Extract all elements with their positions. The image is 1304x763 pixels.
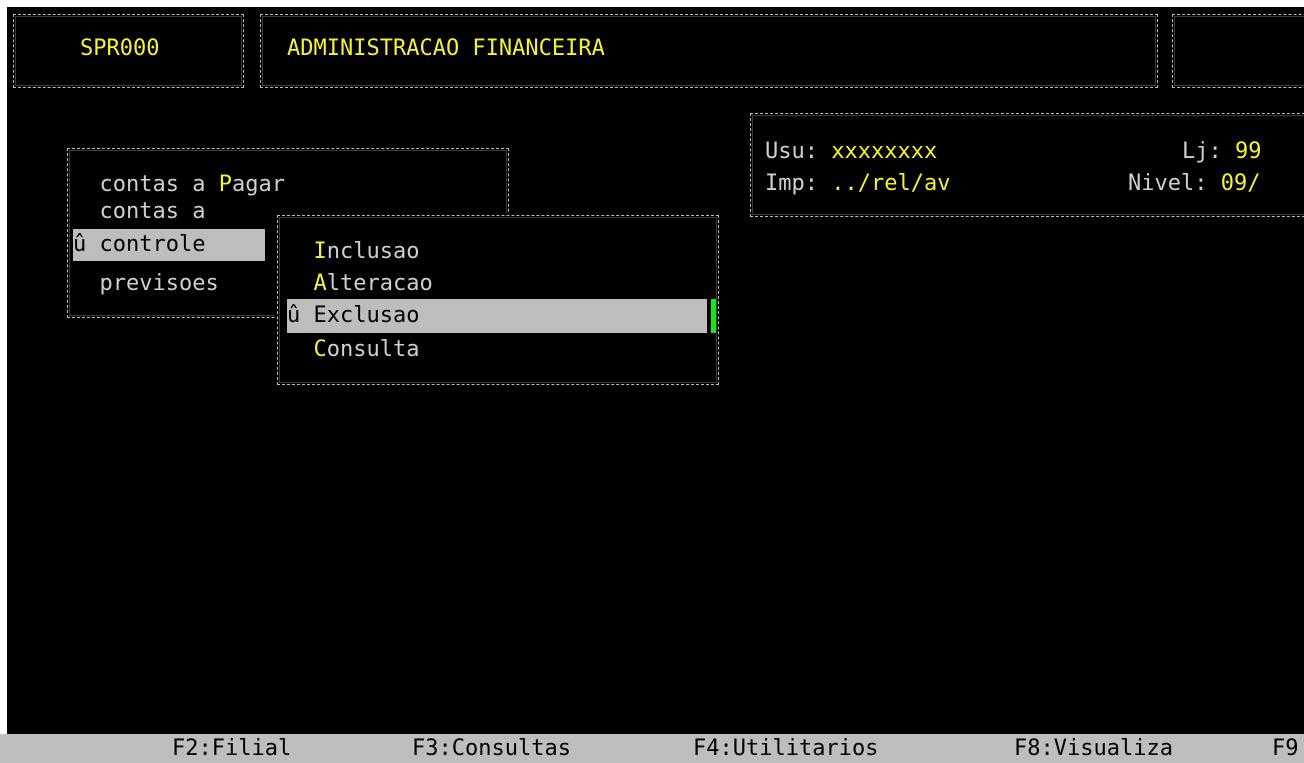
f8-visualiza-key[interactable]: F8:Visualiza: [1014, 734, 1173, 763]
main-menu-item-label: previsoes: [73, 271, 219, 296]
printer-value: ../rel/av: [831, 171, 951, 196]
f2-filial-key[interactable]: F2:Filial: [172, 734, 291, 763]
submenu-item-marker: [287, 337, 314, 362]
user-label: Usu:: [765, 139, 832, 164]
main-menu-item-label: û controle: [73, 232, 206, 257]
level-label: Nivel:: [1128, 171, 1221, 196]
main-menu-item-label: contas a: [73, 172, 219, 197]
module-title: ADMINISTRACAO FINANCEIRA: [287, 36, 605, 61]
submenu-item-hotkey: A: [313, 271, 327, 296]
submenu-item-label: nclusao: [326, 239, 420, 264]
main-menu-item-previsoes[interactable]: previsoes: [73, 268, 219, 300]
main-menu-item-hotkey: P: [218, 172, 232, 197]
f9-key[interactable]: F9: [1272, 734, 1299, 763]
main-menu-item-label: agar: [231, 172, 285, 197]
function-key-bar: F2:Filial F3:Consultas F4:Utilitarios F8…: [0, 734, 1304, 763]
program-code: SPR000: [80, 36, 160, 61]
submenu-item-marker: [287, 239, 314, 264]
submenu-item-hotkey: C: [313, 337, 327, 362]
main-menu-item-label: contas a: [73, 199, 219, 224]
f4-utilitarios-key[interactable]: F4:Utilitarios: [693, 734, 878, 763]
user-value: xxxxxxxx: [831, 139, 938, 164]
main-menu-item-pagar[interactable]: contas a Pagar: [73, 168, 285, 202]
printer-label: Imp:: [765, 171, 832, 196]
submenu-item-label: onsulta: [326, 337, 420, 362]
f3-consultas-key[interactable]: F3:Consultas: [412, 734, 571, 763]
submenu-item-alteracao[interactable]: Alteracao: [287, 267, 433, 301]
submenu-item-inclusao[interactable]: Inclusao: [287, 235, 420, 269]
level-value: 09/: [1220, 171, 1261, 196]
submenu-item-marker: [287, 271, 314, 296]
header-right-box: [1172, 14, 1304, 88]
submenu-item-marker: û: [287, 303, 314, 328]
submenu-item-hotkey: E: [313, 303, 327, 328]
submenu-item-label: lteracao: [326, 271, 433, 296]
store-value: 99: [1234, 139, 1262, 164]
terminal-screen: SPR000 ADMINISTRACAO FINANCEIRA Usu: xxx…: [7, 7, 1304, 734]
submenu-item-exclusao[interactable]: û Exclusao: [287, 299, 707, 333]
text-cursor: [708, 299, 716, 333]
store-label: Lj:: [1182, 139, 1235, 164]
printer-row: Imp: ../rel/av: [765, 167, 950, 201]
level-row: Nivel: 09/: [1128, 167, 1260, 201]
main-menu-item-receber[interactable]: contas a: [73, 199, 219, 225]
submenu-item-hotkey: I: [313, 239, 327, 264]
user-row: Usu: xxxxxxxx: [765, 135, 937, 169]
submenu-item-consulta[interactable]: Consulta: [287, 333, 420, 367]
store-row: Lj: 99: [1182, 135, 1261, 169]
submenu-item-label: xclusao: [326, 303, 420, 328]
main-menu-item-controle[interactable]: û controle: [73, 229, 265, 261]
